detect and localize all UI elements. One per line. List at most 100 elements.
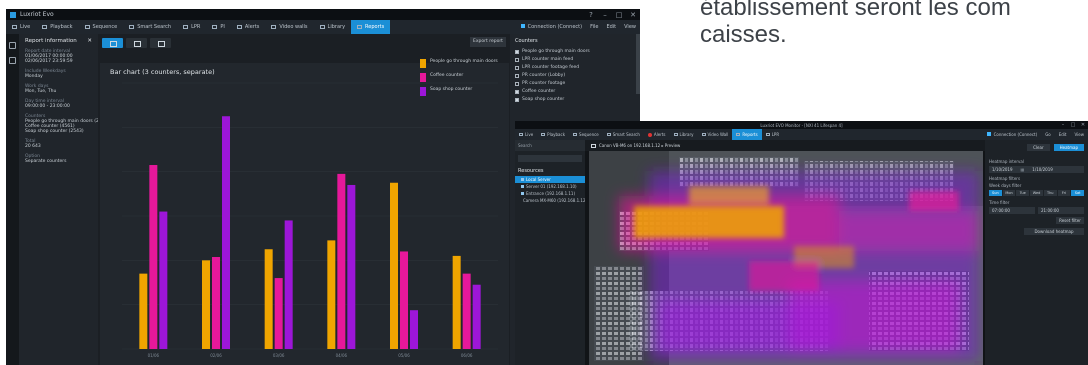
minimize-icon[interactable]: – <box>1058 121 1068 129</box>
date-to[interactable]: 1/10/2019 <box>1032 166 1053 173</box>
tree-item[interactable]: Entrance (192.168.1.11) <box>515 190 585 197</box>
library-icon <box>673 133 678 136</box>
bar-chart-view-button[interactable] <box>102 37 123 48</box>
counter-item[interactable]: LPR counter main feed <box>515 57 635 62</box>
nav-smart-search[interactable]: Smart Search <box>603 129 644 140</box>
nav-library[interactable]: Library <box>670 129 698 140</box>
smart-search-icon <box>606 133 611 136</box>
nav-sequence[interactable]: Sequence <box>569 129 603 140</box>
date-from[interactable]: 1/10/2019 <box>992 166 1013 173</box>
bar <box>139 273 148 349</box>
nav-alerts[interactable]: Alerts <box>644 129 670 140</box>
time-to[interactable]: 21:00:00 <box>1038 207 1084 214</box>
camera-icon[interactable] <box>9 42 16 49</box>
counter-item[interactable]: PR counter (Lobby) <box>515 73 635 78</box>
menu-view[interactable]: View <box>1071 132 1088 137</box>
nav-playback[interactable]: Playback <box>537 129 569 140</box>
tree-item[interactable]: Camera MX-M60 (192.168.1.12) <box>515 197 587 204</box>
day-toggle[interactable]: Sun <box>989 190 1002 196</box>
counter-item[interactable]: PR counter footage <box>515 81 635 86</box>
heatmap-window: Luxriot EVO Monitor - [NXI 41 Lifespan 4… <box>515 121 1088 365</box>
day-toggle[interactable]: Thu <box>1043 190 1057 196</box>
checkbox[interactable] <box>515 49 519 54</box>
counter-item[interactable]: Coffee counter <box>515 89 635 94</box>
counter-item[interactable]: People go through main doors <box>515 49 635 54</box>
field-value: 20 643 <box>25 144 41 149</box>
nav-playback[interactable]: Playback <box>36 20 78 34</box>
day-toggle[interactable]: Sat <box>1071 190 1085 196</box>
day-toggle[interactable]: Mon <box>1002 190 1016 196</box>
day-toggle[interactable]: Wed <box>1030 190 1043 196</box>
heatmap-actions: Clear Heatmap <box>985 140 1088 155</box>
menu-view[interactable]: View <box>620 24 640 30</box>
search-header: Search <box>515 140 585 151</box>
nav-video-wall[interactable]: Video Wall <box>698 129 733 140</box>
checkbox[interactable] <box>515 65 519 70</box>
monitor-icon <box>519 133 523 136</box>
bar <box>222 116 230 349</box>
nav-lpr[interactable]: LPR <box>177 20 206 34</box>
close-icon[interactable]: ✕ <box>1078 121 1088 129</box>
people-icon <box>212 25 218 29</box>
nav-lpr[interactable]: LPR <box>762 129 783 140</box>
reset-filter-button[interactable]: Reset filter <box>1056 217 1084 224</box>
server-icon <box>521 185 524 188</box>
bar <box>347 184 356 349</box>
nav-reports[interactable]: Reports <box>351 20 391 34</box>
window-titlebar: Luxriot Evo ? – □ ✕ <box>6 9 640 20</box>
clear-button[interactable]: Clear <box>1027 144 1050 151</box>
calendar-icon[interactable]: ▦ <box>1021 166 1025 173</box>
nav-smart-search[interactable]: Smart Search <box>123 20 177 34</box>
nav-live[interactable]: Live <box>515 129 537 140</box>
close-icon[interactable]: ✕ <box>626 11 640 19</box>
bar <box>284 220 293 349</box>
nav-library[interactable]: Library <box>314 20 351 34</box>
nav-pi[interactable]: PI <box>206 20 231 34</box>
day-toggle[interactable]: Tue <box>1016 190 1030 196</box>
bar <box>274 278 283 349</box>
menu-edit[interactable]: Edit <box>602 24 620 30</box>
checkbox[interactable] <box>515 73 519 78</box>
day-toggle[interactable]: Fri <box>1057 190 1071 196</box>
maximize-icon[interactable]: □ <box>1068 121 1078 129</box>
nav-video-walls[interactable]: Video walls <box>265 20 313 34</box>
download-heatmap-button[interactable]: Download heatmap <box>1024 228 1084 235</box>
collapse-icon[interactable]: ✕ <box>87 38 92 44</box>
nav-sequence[interactable]: Sequence <box>79 20 124 34</box>
window-controls: – □ ✕ <box>1058 121 1088 129</box>
checkbox[interactable] <box>515 81 519 86</box>
export-report-button[interactable]: Export report <box>470 37 506 47</box>
menu-go[interactable]: Go <box>1041 132 1055 137</box>
checkbox[interactable] <box>515 57 519 62</box>
minimize-icon[interactable]: – <box>598 11 612 19</box>
table-view-button[interactable] <box>150 37 171 48</box>
scrollbar[interactable] <box>636 34 640 94</box>
help-icon[interactable]: ? <box>584 11 598 19</box>
tree-item[interactable]: Server 01 (192.168.1.10) <box>515 183 585 190</box>
field-value: 09:00:00 - 23:00:00 <box>25 104 70 109</box>
tree-item[interactable]: Local Server <box>515 176 585 183</box>
search-input[interactable] <box>518 155 582 162</box>
connection-status[interactable]: Connection (Connect) <box>517 24 586 30</box>
heatmap-button[interactable]: Heatmap <box>1053 144 1084 151</box>
bar <box>337 173 346 349</box>
counter-item[interactable]: Soap shop counter <box>515 97 635 102</box>
connection-status[interactable]: Connection (Connect) <box>983 132 1042 137</box>
line-chart-view-button[interactable] <box>126 37 147 48</box>
maximize-icon[interactable]: □ <box>612 11 626 19</box>
legend-item: Coffee counter <box>420 73 508 82</box>
counter-item[interactable]: LPR counter footage feed <box>515 65 635 70</box>
checkbox[interactable] <box>515 89 519 94</box>
bar <box>472 284 481 349</box>
bar <box>410 310 418 349</box>
date-range-field[interactable]: 1/10/2019 ▦ 1/10/2019 <box>989 166 1084 173</box>
menu-file[interactable]: File <box>586 24 602 30</box>
bar <box>264 249 273 349</box>
menu-edit[interactable]: Edit <box>1055 132 1071 137</box>
checkbox[interactable] <box>515 97 519 102</box>
nav-live[interactable]: Live <box>6 20 36 34</box>
document-icon[interactable] <box>9 57 16 64</box>
nav-alerts[interactable]: Alerts <box>231 20 266 34</box>
time-from[interactable]: 07:00:00 <box>989 207 1035 214</box>
nav-reports[interactable]: Reports <box>732 129 762 140</box>
